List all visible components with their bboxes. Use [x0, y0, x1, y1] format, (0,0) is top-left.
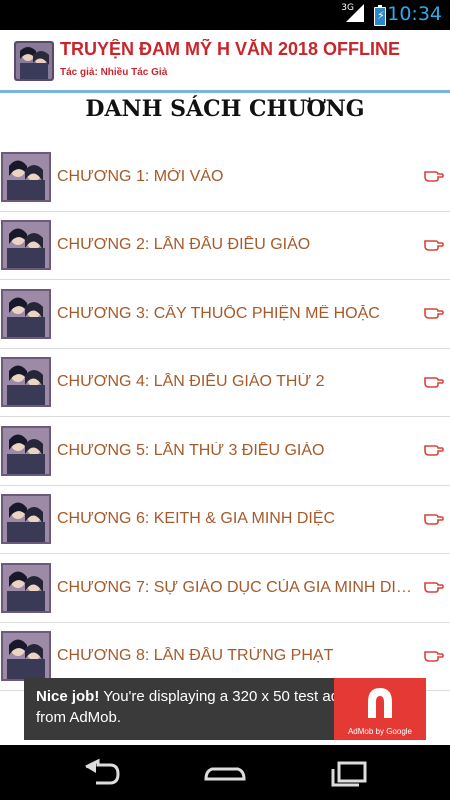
pointing-hand-icon	[424, 308, 444, 319]
navigation-bar	[0, 745, 450, 800]
chapter-label: CHƯƠNG 2: LẦN ĐẦU ĐIỀU GIÁO	[57, 236, 311, 254]
chapter-label: CHƯƠNG 8: LẦN ĐẦU TRỪNG PHẠT	[57, 647, 334, 665]
book-cover-icon	[14, 41, 54, 81]
home-icon[interactable]	[200, 757, 250, 789]
pointing-hand-icon	[424, 171, 444, 182]
chapter-row[interactable]: CHƯƠNG 4: LẦN ĐIỀU GIÁO THỨ 2	[0, 349, 450, 417]
ad-brand: AdMob by Google	[347, 727, 413, 736]
chapter-label: CHƯƠNG 7: SỰ GIÁO DỤC CỦA GIA MINH DIỆC	[57, 578, 412, 596]
chapter-row[interactable]: CHƯƠNG 6: KEITH & GIA MINH DIỆC	[0, 486, 450, 554]
chapter-row[interactable]: CHƯƠNG 1: MỚI VÀO	[0, 143, 450, 212]
pointing-hand-icon	[424, 650, 444, 662]
chapter-row[interactable]: CHƯƠNG 3: CÂY THUỐC PHIỆN MÊ HOẶC	[0, 280, 450, 349]
ad-headline: Nice job!	[36, 688, 100, 705]
signal-icon	[346, 4, 364, 22]
admob-icon	[368, 688, 392, 718]
ad-banner[interactable]: Nice job! You're displaying a 320 x 50 t…	[24, 678, 426, 740]
chapter-thumbnail-icon	[1, 220, 51, 271]
admob-logo: AdMob by Google	[334, 678, 426, 740]
chapter-thumbnail-icon	[1, 631, 51, 682]
chapter-label: CHƯƠNG 4: LẦN ĐIỀU GIÁO THỨ 2	[57, 373, 325, 391]
app-author: Tác giả: Nhiều Tác Giả	[60, 67, 168, 78]
pointing-hand-icon	[424, 376, 444, 388]
app-title: TRUYỆN ĐAM MỸ H VĂN 2018 OFFLINE	[60, 39, 401, 59]
battery-icon: ⚡	[374, 5, 386, 26]
chapter-row[interactable]: CHƯƠNG 5: LẦN THỨ 3 ĐIỀU GIÁO	[0, 417, 450, 486]
chapter-label: CHƯƠNG 5: LẦN THỨ 3 ĐIỀU GIÁO	[57, 441, 325, 459]
pointing-hand-icon	[424, 445, 444, 456]
chapter-thumbnail-icon	[1, 425, 51, 476]
chapter-thumbnail-icon	[1, 288, 51, 339]
chapter-thumbnail-icon	[1, 151, 51, 202]
ad-text: Nice job! You're displaying a 320 x 50 t…	[36, 686, 351, 728]
chapter-thumbnail-icon	[1, 562, 51, 613]
chapter-row[interactable]: CHƯƠNG 2: LẦN ĐẦU ĐIỀU GIÁO	[0, 212, 450, 280]
section-title: DANH SÁCH CHƯƠNG	[85, 96, 365, 122]
chapter-thumbnail-icon	[1, 357, 51, 408]
pointing-hand-icon	[424, 239, 444, 251]
pointing-hand-icon	[424, 582, 444, 593]
status-bar: 3G ⚡ 10:34	[0, 0, 450, 30]
chapter-list: CHƯƠNG 1: MỚI VÀO CHƯƠNG 2: LẦN ĐẦU ĐIỀU …	[0, 143, 450, 691]
back-icon[interactable]	[76, 757, 126, 789]
chapter-row[interactable]: CHƯƠNG 7: SỰ GIÁO DỤC CỦA GIA MINH DIỆC	[0, 554, 450, 623]
pointing-hand-icon	[424, 513, 444, 525]
app-header: TRUYỆN ĐAM MỸ H VĂN 2018 OFFLINE Tác giả…	[0, 30, 450, 93]
chapter-label: CHƯƠNG 1: MỚI VÀO	[57, 167, 224, 185]
chapter-thumbnail-icon	[1, 494, 51, 545]
recents-icon[interactable]	[325, 757, 375, 789]
chapter-label: CHƯƠNG 6: KEITH & GIA MINH DIỆC	[57, 510, 336, 528]
chapter-label: CHƯƠNG 3: CÂY THUỐC PHIỆN MÊ HOẶC	[57, 304, 380, 322]
clock: 10:34	[387, 3, 442, 25]
